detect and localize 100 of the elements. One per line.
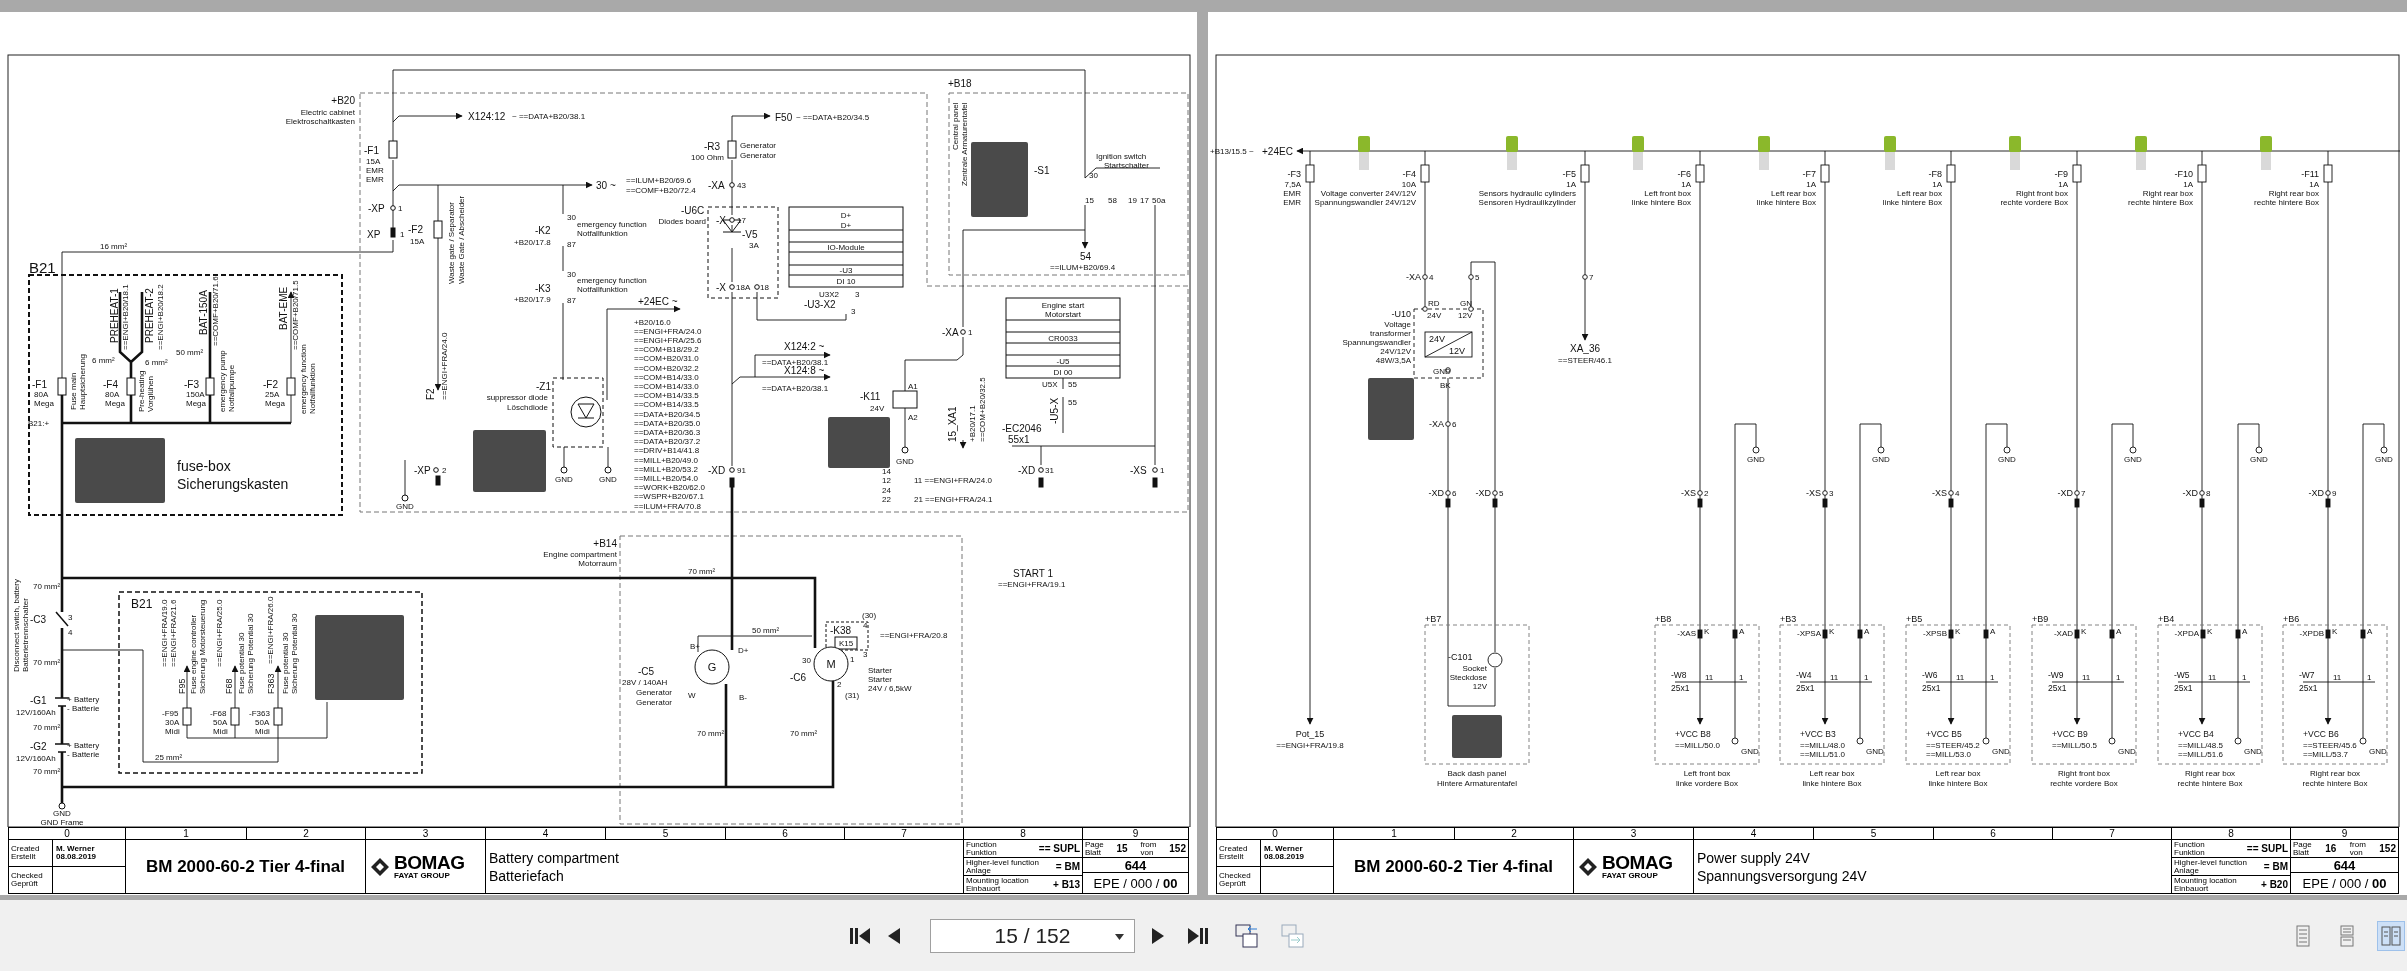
- component-label: -F7: [1802, 169, 1816, 179]
- component-label: -U5-X: [1048, 397, 1060, 424]
- reference-text: ==ENGI+FRA/19.0: [159, 599, 169, 667]
- description-text: Mega: [105, 398, 125, 408]
- reference-text: ==DATA+B20/37.2: [634, 437, 701, 447]
- component-label: 54: [1080, 250, 1092, 262]
- revision-text: EPE / 000 / 00: [1093, 876, 1178, 890]
- description-text: 100 Ohm: [691, 152, 724, 162]
- description-text: Left rear box: [1897, 188, 1942, 198]
- component-label: BAT-EME: [277, 286, 289, 330]
- pin-number: 11: [1705, 672, 1714, 682]
- ground-label: GND: [2124, 454, 2142, 464]
- logo-text: BOMAG: [1602, 853, 1673, 872]
- author-name: M. Werner: [56, 844, 96, 853]
- description-text: Pre-heating: [136, 370, 146, 412]
- description-text: Generator: [740, 140, 777, 150]
- component-label: START 1: [1013, 567, 1053, 579]
- component-label: -U10: [1391, 309, 1411, 319]
- field-label: von: [1140, 848, 1155, 857]
- pin-number: 15: [1085, 195, 1094, 205]
- symbol-letter: 12V: [1449, 346, 1465, 356]
- field-label: Page: [1085, 840, 1104, 849]
- reference-text: ==DATA+B20/35.0: [634, 418, 701, 428]
- pin-number: 11: [1956, 672, 1965, 682]
- column-number: 1: [183, 828, 189, 839]
- pin-number: 43: [737, 180, 746, 190]
- component-label: 25x1: [2048, 683, 2067, 693]
- page-field[interactable]: 15 / 152: [930, 918, 1135, 953]
- component-label: -XS: [1806, 488, 1821, 498]
- component-label: -F4: [1402, 169, 1416, 179]
- pin-number: 12: [882, 475, 891, 485]
- reference-text: ==ENGI+B20/18.1: [120, 284, 130, 350]
- reference-text: ==ILUM+B20/69.4: [1050, 262, 1116, 272]
- pin-number: K: [2081, 626, 2087, 636]
- ground-label: GND: [396, 501, 414, 511]
- pin-number: 58: [1108, 195, 1117, 205]
- module-text: D+: [840, 220, 852, 230]
- description-text: Starter: [868, 665, 892, 675]
- wire-size-label: 70 mm²: [688, 566, 716, 576]
- description-text: Sensoren Hydraulikzylinder: [1478, 197, 1576, 207]
- description-text: Notfallfunktion: [307, 363, 317, 414]
- ground-label: GND: [1998, 454, 2016, 464]
- reference-text: +B20/16.0: [634, 317, 671, 327]
- reference-text: ==ENGI+B20/18.2: [155, 284, 165, 350]
- description-text: Mega: [265, 398, 285, 408]
- author-name: M. Werner: [1264, 844, 1304, 853]
- pin-number: 5: [1475, 272, 1480, 282]
- reference-text: ==MILL/50.5: [2052, 740, 2097, 750]
- field-label: Funktion: [2174, 848, 2205, 857]
- pin-number: 11: [2082, 672, 2091, 682]
- description-text: Sicherung Motorsteuerung: [197, 599, 207, 694]
- component-label: PREHEAT-1: [108, 288, 120, 343]
- description-text: Disconnect switch, battery: [11, 579, 21, 672]
- field-label: Anlage: [2174, 866, 2199, 875]
- symbol-letter: 24V: [1429, 334, 1445, 344]
- field-label: Geprüft: [1219, 879, 1247, 888]
- description-text: linke vordere Box: [1676, 778, 1738, 788]
- component-label: -F2: [408, 223, 423, 235]
- description-text: Engine compartment: [543, 549, 617, 559]
- ground-label: GND: [2250, 454, 2268, 464]
- pin-number: 4: [863, 620, 868, 630]
- reference-text: +B20/17.9: [514, 294, 551, 304]
- description-text: Vorglühen: [145, 375, 155, 412]
- description-text: + Battery: [67, 694, 100, 704]
- sheet-description: Battery compartment: [489, 850, 620, 865]
- ground-label: GND: [2369, 746, 2387, 756]
- reference-text: ~ ==DATA+B20/34.5: [796, 112, 870, 122]
- reference-text: ==STEER/45.2: [1926, 740, 1980, 750]
- component-label: +B5: [1906, 614, 1923, 624]
- description-text: Fuse engine controller: [188, 614, 198, 694]
- description-text: 24V: [1427, 310, 1442, 320]
- field-label: Higher-level function: [966, 858, 1039, 867]
- description-text: 12V: [1472, 681, 1487, 691]
- first-page-icon: [849, 926, 871, 945]
- field-label: Checked: [11, 871, 43, 880]
- pin-number: 4: [68, 627, 73, 637]
- reference-text: ==ENGI+FRA/25.6: [634, 335, 702, 345]
- pin-number: A1: [908, 381, 918, 391]
- pin-number: 1: [400, 229, 405, 239]
- ground-label: GND: [896, 456, 914, 466]
- field-label: Higher-level function: [2174, 858, 2247, 867]
- description-text: Startschalter: [1104, 160, 1149, 170]
- wire-size-label: 6 mm²: [145, 357, 168, 367]
- component-label: +B7: [1425, 614, 1442, 624]
- description-text: Mega: [34, 398, 54, 408]
- component-label: -XA: [1429, 419, 1444, 429]
- reference-text: ==COM+B18/29.2: [634, 345, 699, 355]
- description-text: Midi: [165, 726, 180, 736]
- ground-label: GND: [599, 474, 617, 484]
- pin-number: 3: [855, 289, 860, 299]
- description-text: emergency pump: [217, 350, 227, 412]
- view-mode-button[interactable]: [2377, 920, 2405, 951]
- description-text: Motorraum: [578, 558, 617, 568]
- module-text: -U5: [1056, 356, 1070, 366]
- reference-text: ==MILL/51.0: [1800, 749, 1845, 759]
- description-text: Waste gate / Separator: [446, 202, 456, 284]
- field-label: from: [1140, 840, 1157, 849]
- description-text: Left front box: [1644, 188, 1691, 198]
- reference-text: ==DRIV+B14/41.8: [634, 446, 700, 456]
- ground-label: GND: [1433, 366, 1451, 376]
